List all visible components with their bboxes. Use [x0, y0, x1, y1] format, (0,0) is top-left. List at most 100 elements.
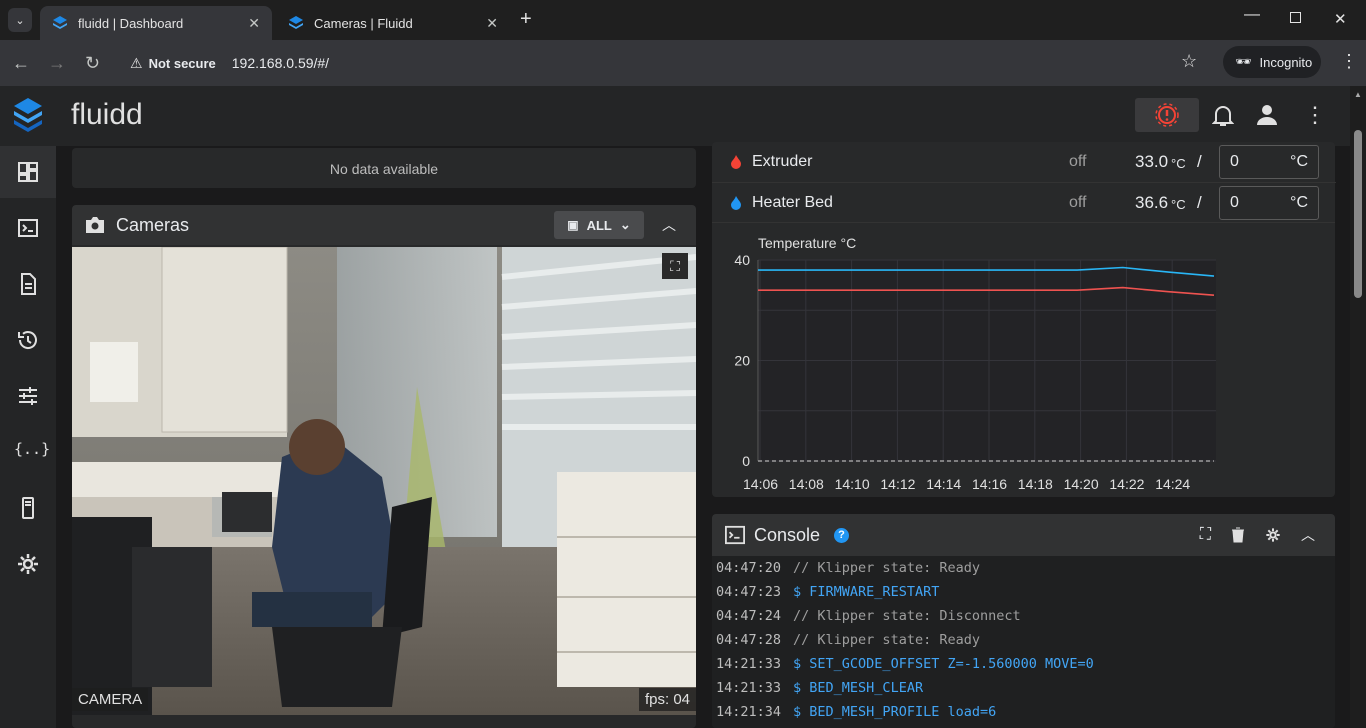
console-title: Console	[754, 524, 821, 545]
scrollbar-thumb[interactable]	[1354, 130, 1362, 298]
jobs-card: No data available	[72, 148, 696, 188]
page-scrollbar[interactable]: ▲	[1350, 86, 1366, 728]
extruder-target-input[interactable]: 0 °C	[1219, 145, 1319, 179]
console-icon[interactable]	[16, 216, 40, 240]
emergency-stop-button[interactable]	[1135, 98, 1199, 132]
console-output[interactable]: 04:47:20// Klipper state: Ready 04:47:23…	[712, 556, 1335, 728]
collapse-chevron-up-icon[interactable]: ︿	[1301, 525, 1315, 545]
url-text: 192.168.0.59/#/	[231, 55, 330, 71]
x-tick-label: 14:14	[926, 476, 961, 492]
x-tick-label: 14:20	[1064, 476, 1099, 492]
close-tab-icon[interactable]: ✕	[248, 15, 260, 32]
camera-icon	[86, 217, 104, 233]
forward-arrow-icon[interactable]: →	[48, 53, 66, 74]
camera-filter-label: ALL	[586, 217, 612, 233]
dashboard-icon	[18, 162, 38, 182]
tab-title: Cameras | Fluidd	[314, 15, 413, 31]
x-tick-label: 14:24	[1155, 476, 1190, 492]
scroll-up-arrow[interactable]: ▲	[1354, 90, 1362, 99]
heater-current-temp: 33.0	[1135, 152, 1169, 171]
y-axis-label: Temperature °C	[758, 235, 856, 251]
restore-window-button[interactable]	[1290, 12, 1301, 23]
bed-target-input[interactable]: 0 °C	[1219, 186, 1319, 220]
heater-current-temp: 36.6	[1135, 192, 1169, 212]
console-icon	[725, 525, 745, 545]
x-tick-label: 14:08	[789, 476, 824, 492]
cameras-card-header: Cameras ▣ ALL ⌄ ︿	[72, 205, 696, 245]
help-icon[interactable]: ?	[834, 527, 850, 543]
y-tick-label: 40	[734, 252, 750, 268]
close-tab-icon[interactable]: ✕	[486, 15, 498, 32]
camera-frame-image	[72, 247, 696, 715]
new-tab-button[interactable]: +	[520, 8, 532, 31]
console-fullscreen-icon[interactable]: ⛶	[1200, 526, 1211, 544]
collapse-chevron-up-icon[interactable]: ︿	[662, 215, 676, 235]
heater-row-extruder: Extruder off 33.0 °C / 0 °C	[712, 142, 1336, 182]
fluidd-logo-icon[interactable]	[12, 96, 44, 132]
heater-temp-unit: °C	[1171, 156, 1186, 171]
console-card: Console ? ⛶ ︿ 04:47:20// Klipper state: …	[712, 514, 1335, 728]
x-tick-label: 14:06	[743, 476, 778, 492]
fullscreen-icon[interactable]: ⛶	[662, 253, 688, 279]
camera-filter-select[interactable]: ▣ ALL ⌄	[554, 211, 644, 239]
heater-state: off	[1069, 193, 1087, 211]
flame-icon	[731, 195, 741, 210]
tune-icon[interactable]	[16, 384, 40, 408]
console-card-header: Console ? ⛶ ︿	[712, 514, 1335, 556]
chevron-down-icon: ⌄	[619, 217, 631, 232]
thermals-card: Extruder off 33.0 °C / 0 °C Heater Bed o…	[712, 142, 1336, 497]
security-label: Not secure	[148, 55, 216, 71]
emergency-stop-icon	[1155, 103, 1179, 127]
console-line: 04:47:23 $ FIRMWARE_RESTART	[716, 584, 940, 600]
trash-icon[interactable]	[1231, 527, 1245, 543]
incognito-label: Incognito	[1259, 54, 1313, 70]
x-tick-label: 14:12	[880, 476, 915, 492]
flame-icon	[731, 155, 741, 169]
browser-menu-icon[interactable]: ⋮	[1340, 51, 1358, 72]
back-arrow-icon[interactable]: ←	[12, 53, 30, 74]
browser-tab-cameras[interactable]: Cameras | Fluidd ✕	[276, 6, 510, 40]
y-tick-label: 20	[734, 353, 750, 369]
tab-title: fluidd | Dashboard	[78, 15, 184, 31]
camera-name-label: CAMERA	[72, 688, 149, 711]
browser-tab-dashboard[interactable]: fluidd | Dashboard ✕	[40, 6, 272, 40]
reload-icon[interactable]: ↻	[85, 53, 100, 74]
y-tick-label: 0	[742, 453, 750, 469]
minimize-window-button[interactable]: —	[1244, 6, 1260, 24]
tab-search-button[interactable]: ⌄	[8, 8, 32, 32]
camera-stream-view: ⛶ CAMERA fps: 04	[72, 247, 696, 715]
camera-fps-label: fps: 04	[638, 688, 696, 711]
console-line: 04:47:24// Klipper state: Disconnect	[716, 608, 1021, 624]
temperature-chart-svg: Temperature °C 14:06 14:08 14:10 14:12 14:14 1…	[734, 235, 1216, 492]
fluidd-favicon-icon	[289, 16, 303, 29]
history-icon[interactable]	[16, 328, 40, 352]
console-line: 14:21:33 $ BED_MESH_CLEAR	[716, 680, 924, 696]
side-navigation: {..}	[0, 86, 56, 728]
x-tick-label: 14:16	[972, 476, 1007, 492]
jobs-empty-text: No data available	[329, 161, 439, 177]
console-line: 04:47:20// Klipper state: Ready	[716, 560, 980, 576]
incognito-icon: 🕶	[1235, 54, 1252, 69]
cameras-card: Cameras ▣ ALL ⌄ ︿ ⛶ CAMERA fps: 04	[72, 205, 696, 728]
bookmark-star-icon[interactable]: ☆	[1181, 51, 1197, 72]
app-menu-icon[interactable]: ⋮	[1304, 102, 1326, 128]
app-top-bar: fluidd ⋮	[56, 86, 1350, 146]
address-bar[interactable]: ⚠ Not secure 192.168.0.59/#/	[118, 47, 1210, 79]
app-title: fluidd	[71, 98, 143, 131]
heater-name: Heater Bed	[752, 193, 833, 211]
sidebar-item-dashboard[interactable]	[0, 146, 56, 198]
notifications-bell-icon[interactable]	[1212, 104, 1234, 128]
x-tick-label: 14:10	[835, 476, 870, 492]
settings-gear-icon[interactable]	[16, 552, 40, 576]
settings-gear-icon[interactable]	[1265, 527, 1281, 543]
temp-separator: /	[1197, 192, 1202, 212]
incognito-profile-button[interactable]: 🕶 Incognito	[1223, 46, 1321, 78]
temp-separator: /	[1197, 152, 1202, 171]
user-account-icon[interactable]	[1256, 104, 1278, 126]
config-braces-icon[interactable]: {..}	[14, 440, 50, 464]
target-value: 0	[1230, 194, 1239, 211]
console-line: 14:21:33 $ SET_GCODE_OFFSET Z=-1.560000 M…	[716, 656, 1094, 672]
close-window-button[interactable]: ✕	[1334, 10, 1347, 28]
system-icon[interactable]	[16, 496, 40, 520]
jobs-file-icon[interactable]	[16, 272, 40, 296]
